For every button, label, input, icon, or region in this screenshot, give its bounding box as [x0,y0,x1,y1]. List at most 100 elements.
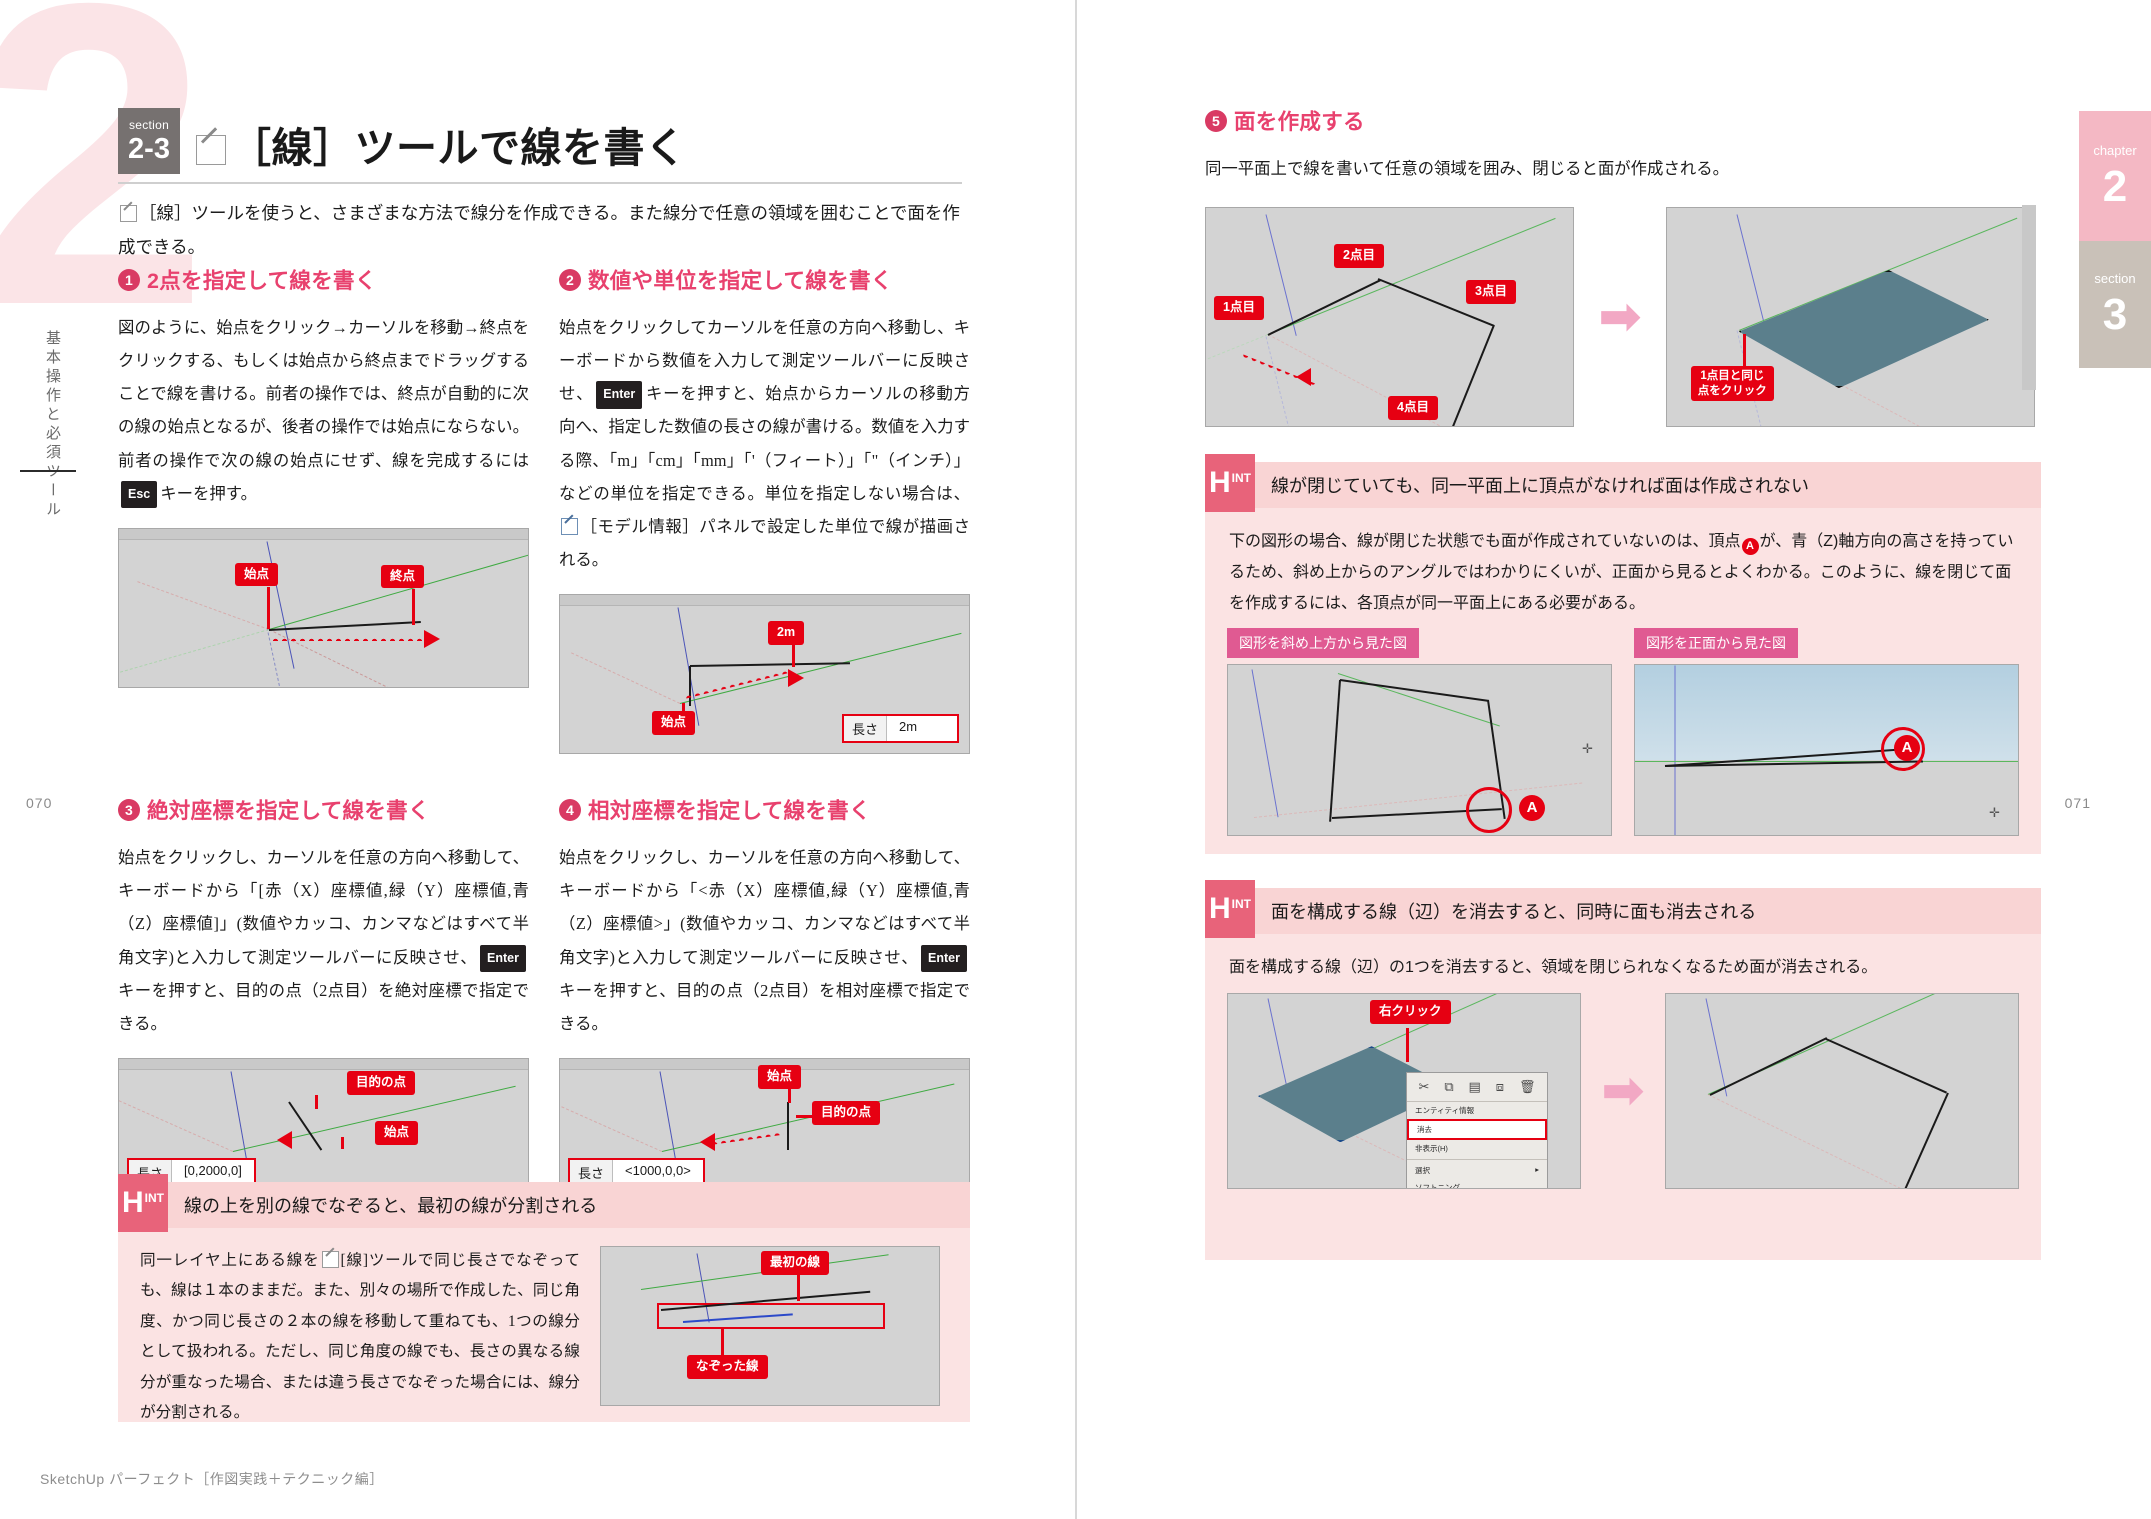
remaining-edge-1 [1709,1037,1828,1097]
context-menu-item-hide[interactable]: 非表示(H) [1407,1140,1547,1157]
figure-front-view: A ✛ [1634,663,2019,836]
pencil-icon [321,1251,339,1268]
transition-arrow-icon: ➡ [1598,288,1642,347]
red-axis-dashed [119,1098,234,1152]
copy-icon[interactable]: ⧉ [1444,1079,1453,1095]
blue-axis [659,1071,678,1171]
vertex-a-marker: A [1519,794,1545,821]
context-menu-item-delete[interactable]: 消去 [1407,1119,1547,1141]
measurement-value[interactable]: 2m [887,716,957,741]
section-badge: section 2-3 [118,108,180,174]
section-1-body: 図のように、始点をクリック→カーソルを移動→終点をクリックする、もしくは始点から… [118,311,529,510]
figure-delete-after [1664,993,2019,1190]
figure-topbar [119,528,528,540]
blue-axis-dashed [1265,336,1290,427]
duplicate-icon[interactable]: ⧈ [1496,1079,1504,1095]
callout-target-point: 目的の点 [347,1070,416,1095]
section-4-heading: 4 相対座標を指定して線を書く [559,794,970,825]
trash-icon[interactable]: 🗑 [1519,1079,1536,1095]
hint-body: 下の図形の場合、線が閉じた状態でも面が作成されていないのは、頂点 A が、青（Z)軸… [1229,533,2014,613]
figure-delete-before: 右クリック ✂ ⧉ ▤ ⧈ 🗑 エンティティ情報 消去 非表示(H) 選択 ▸ … [1227,993,1582,1190]
callout-leader-start [788,1086,791,1103]
context-menu[interactable]: ✂ ⧉ ▤ ⧈ 🗑 エンティティ情報 消去 非表示(H) 選択 ▸ ソフトニング [1406,1072,1548,1189]
red-axis-dashed [571,652,681,705]
blue-axis [1674,665,1676,835]
section-2-title: 数値や単位を指定して線を書く [588,269,893,293]
blue-axis [1265,214,1297,337]
callout-end-point: 終点 [381,564,425,589]
section-tab: section 3 [2079,241,2151,368]
hint-badge: H INT [1205,880,1255,938]
chapter-tab: chapter 2 [2079,111,2151,241]
scissors-icon[interactable]: ✂ [1418,1079,1429,1095]
remaining-edge-2 [1825,1038,1947,1094]
callout-point-1: 1点目 [1214,296,1264,320]
section-1-heading: 1 2点を指定して線を書く [118,264,529,295]
transition-arrow-icon: ➡ [1601,1062,1645,1121]
callout-start-point: 始点 [652,711,696,735]
hint-body: 同一レイヤ上にある線を [線]ツールで同じ長さでなぞっても、線は１本のままだ。また… [140,1251,580,1422]
callout-leader-start [267,586,270,629]
callout-leader-end [412,588,415,625]
chevron-right-icon: ▸ [1535,1165,1539,1175]
figure-topbar [560,595,969,607]
hint-badge-int: INT [1231,897,1251,911]
column-row-1: 1 2点を指定して線を書く 図のように、始点をクリック→カーソルを移動→終点をク… [118,264,971,755]
cursor-crosshair-icon: ✛ [1989,804,2000,820]
pencil-icon [196,135,226,165]
context-menu-item-softening[interactable]: ソフトニング [1407,1179,1547,1188]
section-4: 4 相対座標を指定して線を書く 始点をクリックし、カーソルを任意の方向へ移動して… [559,794,970,1196]
section-number-badge: 1 [118,268,140,291]
drawn-line-vertical [689,666,691,707]
section-kicker: section [128,117,170,132]
green-axis [679,632,962,705]
spread-gutter [1075,0,1077,1519]
figure-oblique-view: A ✛ [1227,663,1612,836]
section-3: 3 絶対座標を指定して線を書く 始点をクリックし、カーソルを任意の方向へ移動して… [118,794,529,1196]
section-5-title: 面を作成する [1234,110,1365,134]
remaining-edge-3 [1902,1092,1949,1189]
callout-leader-traced [721,1327,724,1355]
callout-target-point: 目的の点 [812,1100,881,1125]
section-number-badge: 5 [1205,109,1227,132]
vertex-a-marker: A [1894,734,1920,761]
callout-click-first-point: 1点目と同じ 点をクリック [1690,366,1774,401]
figure-caption-front: 図形を正面から見た図 [1634,627,1798,658]
running-head-rule [20,470,76,472]
section-2-body: 始点をクリックしてカーソルを任意の方向へ移動し、キーボードから数値を入力して測定… [559,318,971,569]
section-4-body: 始点をクリックし、カーソルを任意の方向へ移動して、キーボードから「<赤（X）座標… [559,848,970,1033]
edge-3-4 [1446,324,1495,427]
callout-traced-line: なぞった線 [687,1355,768,1379]
page-right: chapter 2 section 3 071 5 面を作成する 同一平面上で線… [1075,0,2151,1519]
hint-box-left: H INT 線の上を別の線でなぞると、最初の線が分割される 同一レイヤ上にある線を… [118,1174,970,1422]
red-axis-dashed [561,1106,663,1152]
green-axis [1267,218,1556,336]
key-enter: Enter [596,381,643,409]
context-menu-item-select[interactable]: 選択 ▸ [1407,1162,1547,1179]
blue-axis [1267,998,1290,1097]
direction-arrow [277,1130,292,1149]
blue-axis [1251,668,1279,817]
section-number-badge: 4 [559,798,581,821]
hint-box-right-1: H INT 線が閉じていても、同一平面上に頂点がなければ面は作成されない 下の図形… [1205,454,2041,854]
model-info-icon [561,517,578,535]
callout-point-2: 2点目 [1334,244,1384,268]
measurement-toolbar[interactable]: 長さ 2m [841,714,959,744]
drawn-line [787,1101,789,1150]
context-menu-item-entity-info[interactable]: エンティティ情報 [1407,1102,1547,1119]
drag-arrow [788,669,804,688]
section-lead: ［線］ツールを使うと、さまざまな方法で線分を作成できる。また線分で任意の領域を囲… [118,196,968,264]
key-esc: Esc [121,480,158,508]
section-4-title: 相対座標を指定して線を書く [588,799,871,824]
context-menu-item-select-label: 選択 [1415,1166,1430,1176]
paste-icon[interactable]: ▤ [1469,1079,1481,1095]
hint-title: 線が閉じていても、同一平面上に頂点がなければ面は作成されない [1271,476,1810,496]
callout-leader-first [797,1275,800,1301]
hint-header: H INT 面を構成する線（辺）を消去すると、同時に面も消去される [1205,880,2041,938]
section-2: 2 数値や単位を指定して線を書く 始点をクリックしてカーソルを任意の方向へ移動し… [559,264,971,755]
direction-arrow [700,1132,715,1151]
figure-caption-oblique: 図形を斜め上方から見た図 [1227,627,1419,658]
section-1-title: 2点を指定して線を書く [147,269,377,293]
drag-arrow [424,629,440,648]
chapter-tab-label: chapter [2093,142,2137,158]
